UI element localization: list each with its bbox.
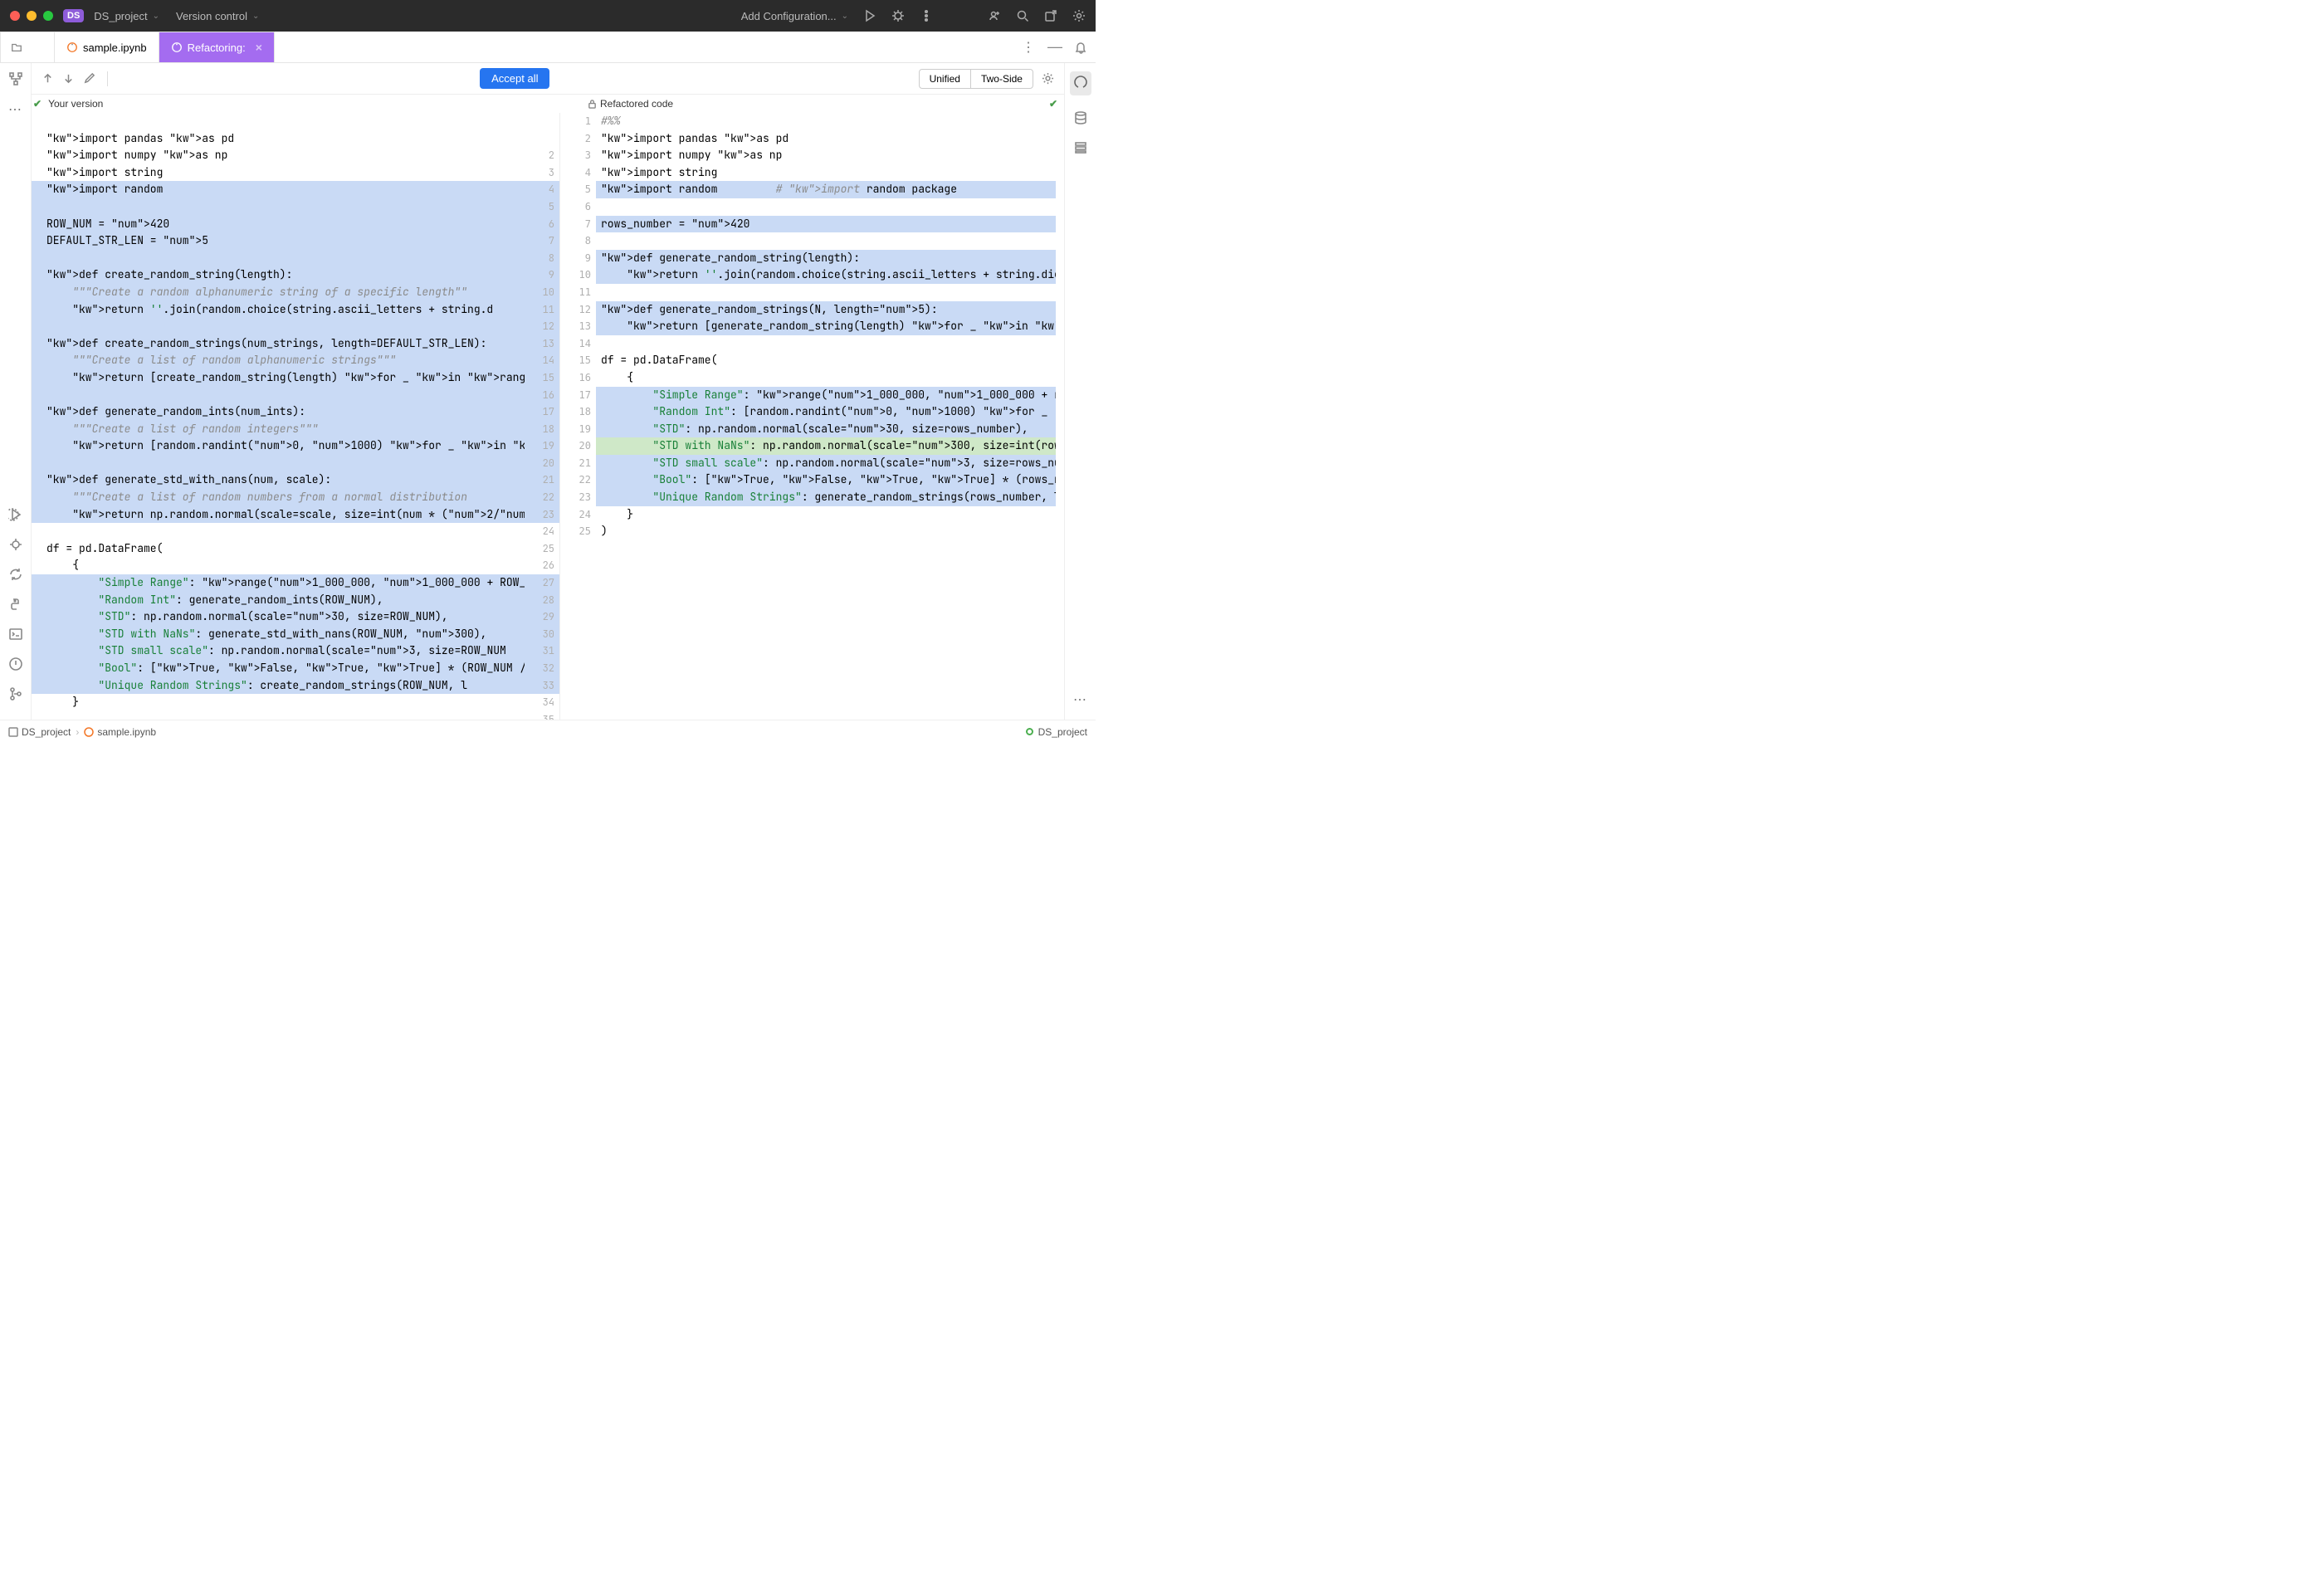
search-icon[interactable]: [1016, 9, 1029, 22]
left-code-pane[interactable]: "kw">import pandas "kw">as pd"kw">import…: [32, 113, 559, 730]
run-icon[interactable]: [863, 9, 876, 22]
services-icon[interactable]: [8, 507, 23, 522]
jupyter-icon: [66, 42, 78, 53]
unified-mode[interactable]: Unified: [920, 70, 970, 88]
left-tool-rail: ⋯: [0, 63, 32, 743]
close-tab-icon[interactable]: ×: [256, 41, 262, 54]
jupyter-icon: [171, 42, 183, 53]
hide-tabs-icon[interactable]: —: [1047, 38, 1062, 56]
editor-tabs: sample.ipynb Refactoring: × ⋮ —: [0, 32, 1096, 63]
chevron-down-icon: ⌄: [153, 12, 159, 21]
project-name: DS_project: [94, 10, 147, 22]
accept-all-button[interactable]: Accept all: [480, 68, 549, 89]
sync-icon[interactable]: [8, 567, 23, 582]
prev-diff-icon[interactable]: [42, 72, 54, 85]
jupyter-icon: [84, 727, 94, 737]
minimize-window[interactable]: [27, 11, 37, 21]
structure-icon[interactable]: [8, 71, 23, 86]
lock-icon: [588, 100, 597, 109]
more-right-tools-icon[interactable]: ⋯: [1073, 693, 1087, 707]
edit-icon[interactable]: [83, 72, 95, 85]
tab-overflow-icon[interactable]: ⋮: [1022, 39, 1036, 56]
more-tools-icon[interactable]: ⋯: [8, 101, 22, 118]
interpreter-name[interactable]: DS_project: [1038, 726, 1087, 738]
problems-icon[interactable]: [8, 657, 23, 671]
right-code-pane[interactable]: #%%"kw">import pandas "kw">as pd"kw">imp…: [596, 113, 1056, 730]
folder-icon: [11, 42, 22, 53]
more-icon[interactable]: [920, 9, 933, 22]
window-controls[interactable]: [10, 11, 53, 21]
updates-icon[interactable]: [1044, 9, 1057, 22]
debug-icon[interactable]: [891, 9, 905, 22]
chevron-down-icon: ⌄: [252, 12, 259, 21]
next-diff-icon[interactable]: [62, 72, 75, 85]
ai-assistant-icon[interactable]: [1070, 71, 1091, 95]
check-icon: ✔: [1049, 98, 1057, 110]
diff-toolbar: Accept all Unified Two-Side: [32, 63, 1064, 95]
diff-view-mode[interactable]: Unified Two-Side: [919, 69, 1033, 89]
status-bar: DS_project › sample.ipynb DS_project: [0, 720, 1096, 743]
python-packages-icon[interactable]: [8, 597, 23, 612]
diff-settings-icon[interactable]: [1042, 72, 1054, 85]
project-badge: DS: [63, 9, 84, 22]
layers-icon[interactable]: [1073, 140, 1088, 155]
terminal-icon[interactable]: [8, 627, 23, 642]
title-bar: DS DS_project ⌄ Version control ⌄ Add Co…: [0, 0, 1096, 32]
pane-titles: ✔ Your version Refactored code ✔: [32, 95, 1064, 113]
tab-refactoring[interactable]: Refactoring: ×: [159, 32, 275, 62]
right-tool-rail: ⋯: [1064, 63, 1096, 743]
right-line-numbers: 12345«67«89«101112«1314151617«1819202122…: [559, 113, 596, 730]
vcs-selector[interactable]: Version control ⌄: [176, 10, 259, 22]
breadcrumb-file[interactable]: sample.ipynb: [97, 726, 156, 738]
breadcrumb-project[interactable]: DS_project: [22, 726, 71, 738]
project-selector[interactable]: DS DS_project ⌄: [63, 9, 159, 22]
collab-icon[interactable]: [988, 9, 1001, 22]
close-window[interactable]: [10, 11, 20, 21]
notifications-icon[interactable]: [1074, 41, 1087, 54]
debug-tool-icon[interactable]: [8, 537, 23, 552]
tab-sample-ipynb[interactable]: sample.ipynb: [55, 32, 159, 62]
settings-icon[interactable]: [1072, 9, 1086, 22]
vcs-tool-icon[interactable]: [8, 686, 23, 701]
module-icon: [8, 727, 18, 737]
check-icon: ✔: [33, 98, 42, 110]
maximize-window[interactable]: [43, 11, 53, 21]
chevron-down-icon: ⌄: [842, 12, 848, 21]
tab-sample[interactable]: [0, 32, 55, 62]
two-side-mode[interactable]: Two-Side: [970, 70, 1033, 88]
run-config-selector[interactable]: Add Configuration... ⌄: [741, 10, 848, 22]
left-pane-title: Your version: [48, 98, 103, 110]
interpreter-status-icon[interactable]: [1026, 728, 1033, 735]
right-pane-title: Refactored code: [600, 98, 673, 110]
diff-viewer: Accept all Unified Two-Side ✔ Your versio…: [32, 63, 1064, 743]
database-icon[interactable]: [1073, 110, 1088, 125]
